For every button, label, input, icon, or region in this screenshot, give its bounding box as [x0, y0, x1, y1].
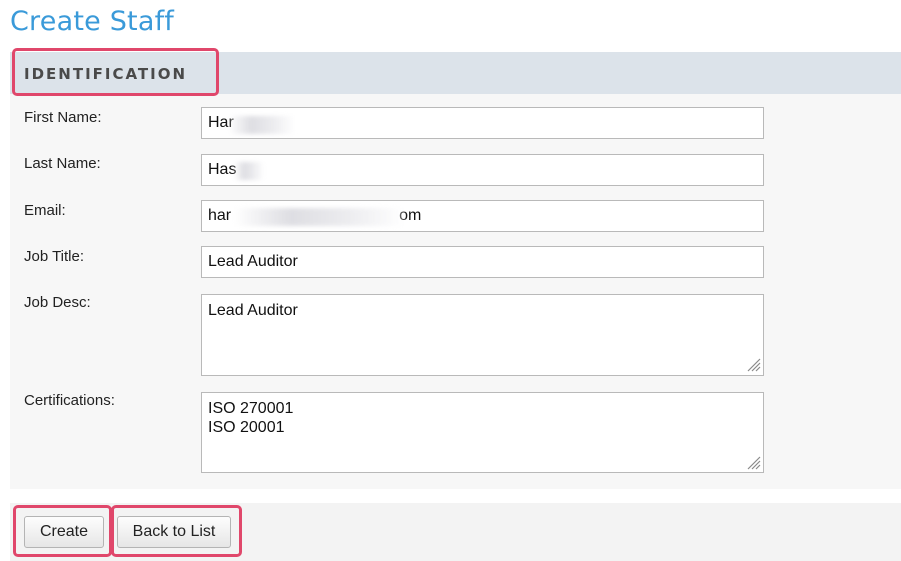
back-to-list-button[interactable]: Back to List: [117, 516, 231, 548]
last-name-label: Last Name:: [24, 155, 101, 172]
first-name-label: First Name:: [24, 109, 102, 126]
last-name-redaction: [234, 162, 264, 180]
job-desc-label: Job Desc:: [24, 294, 91, 311]
section-header: IDENTIFICATION: [10, 52, 901, 94]
email-value-start: har: [208, 207, 232, 224]
resize-grip-icon[interactable]: [745, 356, 761, 372]
job-title-input[interactable]: [201, 246, 764, 278]
first-name-redaction: [229, 116, 295, 134]
email-redaction: [234, 208, 404, 226]
certifications-textarea[interactable]: ISO 270001 ISO 20001: [201, 392, 764, 473]
job-title-label: Job Title:: [24, 248, 85, 265]
page-title: Create Staff: [10, 6, 174, 37]
resize-grip-icon[interactable]: [745, 454, 761, 470]
certifications-label: Certifications:: [24, 392, 115, 409]
create-button[interactable]: Create: [24, 516, 104, 548]
email-label: Email:: [24, 202, 66, 219]
last-name-input[interactable]: [201, 154, 764, 186]
job-desc-textarea[interactable]: Lead Auditor: [201, 294, 764, 376]
section-title: IDENTIFICATION: [24, 65, 188, 83]
